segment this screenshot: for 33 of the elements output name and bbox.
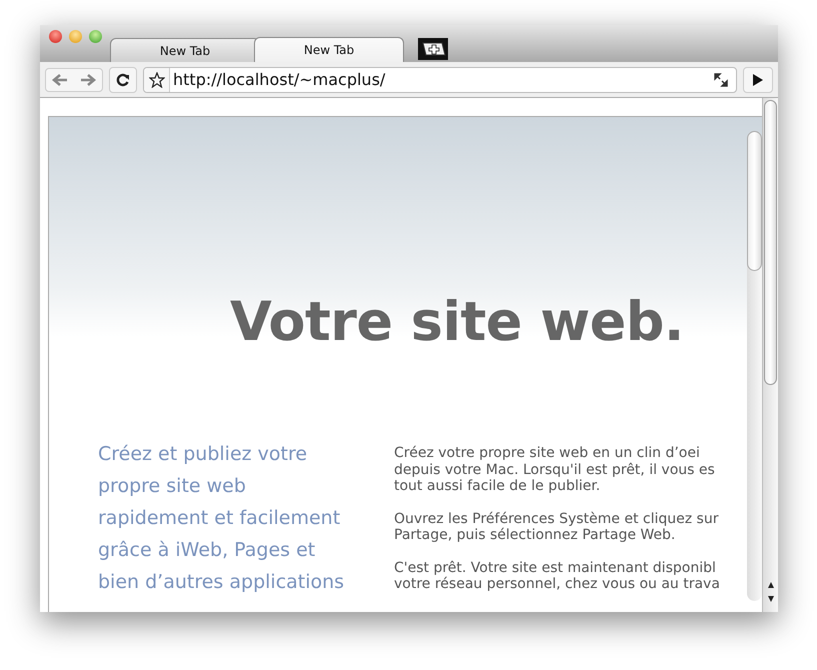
intro-text: rapidement et facilement: [98, 506, 342, 531]
body-text: Créez votre propre site web en un clin d’oei: [394, 445, 701, 462]
intro-text: propre site web: [98, 474, 247, 499]
new-tab-icon[interactable]: [418, 38, 448, 60]
play-icon: [752, 72, 764, 86]
body-text: depuis votre Mac. Lorsqu'il est prêt, il vous es: [394, 462, 716, 478]
body-text: tout aussi facile de le publier.: [394, 478, 602, 494]
scroll-up-icon[interactable]: [766, 580, 776, 590]
address-bar[interactable]: http://localhost/~macplus/: [143, 66, 737, 92]
reload-button[interactable]: [109, 66, 137, 92]
close-button[interactable]: [49, 30, 62, 43]
reload-icon: [116, 72, 130, 86]
scrollbar[interactable]: [747, 131, 762, 601]
body-text: Partage, puis sélectionnez Partage Web.: [394, 527, 676, 544]
star-icon: [148, 72, 164, 88]
page-heading: Votre site web.: [230, 290, 684, 353]
back-icon[interactable]: [51, 72, 69, 86]
bookmark-button[interactable]: [144, 68, 170, 92]
body-text: votre réseau personnel, chez vous ou au trava: [394, 576, 720, 592]
forward-icon[interactable]: [79, 72, 97, 86]
zoom-button[interactable]: [89, 30, 102, 43]
expand-icon[interactable]: [714, 72, 728, 86]
body-text: Ouvrez les Préférences Système et cliquez sur: [394, 510, 720, 527]
go-button[interactable]: [743, 66, 773, 92]
scroll-thumb[interactable]: [747, 131, 762, 271]
browser-tab[interactable]: New Tab: [254, 37, 404, 62]
intro-text: Créez et publiez votre: [98, 442, 308, 467]
scroll-down-icon[interactable]: [766, 594, 776, 604]
body-text: C'est prêt. Votre site est maintenant disponibl: [394, 560, 717, 576]
intro-text: grâce à iWeb, Pages et: [98, 538, 316, 563]
intro-text: bien d’autres applications: [98, 570, 346, 595]
scroll-thumb[interactable]: [764, 100, 777, 385]
scrollbar[interactable]: [762, 98, 778, 612]
